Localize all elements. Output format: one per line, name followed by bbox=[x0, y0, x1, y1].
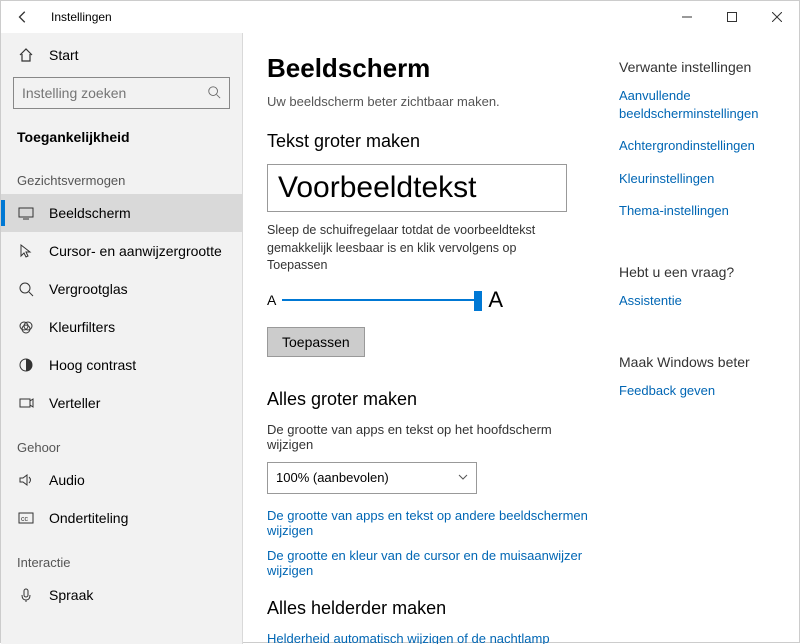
sidebar-item-magnifier[interactable]: Vergrootglas bbox=[1, 270, 242, 308]
link-additional-display[interactable]: Aanvullende beeldscherminstellingen bbox=[619, 87, 789, 123]
page-subtitle: Uw beeldscherm beter zichtbaar maken. bbox=[267, 94, 595, 109]
link-brightness[interactable]: Helderheid automatisch wijzigen of de na… bbox=[267, 631, 595, 644]
feedback-header: Maak Windows beter bbox=[619, 354, 789, 370]
search-icon bbox=[207, 85, 221, 102]
sidebar: Start Toegankelijkheid Gezichtsvermogen … bbox=[1, 33, 243, 644]
narrator-icon bbox=[17, 395, 35, 411]
sidebar-item-label: Audio bbox=[49, 472, 85, 488]
maximize-button[interactable] bbox=[709, 1, 754, 33]
sidebar-current-page: Toegankelijkheid bbox=[1, 121, 242, 155]
related-panel: Verwante instellingen Aanvullende beelds… bbox=[619, 53, 789, 644]
cc-icon: cc bbox=[17, 510, 35, 526]
slider-track[interactable] bbox=[282, 299, 482, 301]
slider-help: Sleep de schuifregelaar totdat de voorbe… bbox=[267, 222, 567, 275]
sidebar-item-contrast[interactable]: Hoog contrast bbox=[1, 346, 242, 384]
related-header: Verwante instellingen bbox=[619, 59, 789, 75]
search-input-wrap[interactable] bbox=[13, 77, 230, 109]
section-everything-larger: Alles groter maken bbox=[267, 389, 595, 410]
sidebar-item-label: Verteller bbox=[49, 395, 100, 411]
filters-icon bbox=[17, 319, 35, 335]
sidebar-item-label: Vergrootglas bbox=[49, 281, 128, 297]
sidebar-item-audio[interactable]: Audio bbox=[1, 461, 242, 499]
help-header: Hebt u een vraag? bbox=[619, 264, 789, 280]
sidebar-item-label: Ondertiteling bbox=[49, 510, 128, 526]
sidebar-item-display[interactable]: Beeldscherm bbox=[1, 194, 242, 232]
audio-icon bbox=[17, 472, 35, 488]
sidebar-item-narrator[interactable]: Verteller bbox=[1, 384, 242, 422]
scale-dropdown[interactable]: 100% (aanbevolen) bbox=[267, 462, 477, 494]
contrast-icon bbox=[17, 357, 35, 373]
section-brighter: Alles helderder maken bbox=[267, 598, 595, 619]
link-themes[interactable]: Thema-instellingen bbox=[619, 202, 789, 220]
minimize-button[interactable] bbox=[664, 1, 709, 33]
sidebar-item-label: Spraak bbox=[49, 587, 93, 603]
main-content: Beeldscherm Uw beeldscherm beter zichtba… bbox=[243, 33, 799, 644]
sidebar-item-label: Kleurfilters bbox=[49, 319, 115, 335]
slider-min-label: A bbox=[267, 292, 276, 308]
svg-text:cc: cc bbox=[21, 516, 29, 523]
cursor-icon bbox=[17, 243, 35, 259]
chevron-down-icon bbox=[458, 470, 468, 485]
sidebar-item-label: Cursor- en aanwijzergrootte bbox=[49, 243, 222, 259]
link-other-displays[interactable]: De grootte van apps en tekst op andere b… bbox=[267, 508, 595, 538]
titlebar: Instellingen bbox=[1, 1, 799, 33]
section-text-larger: Tekst groter maken bbox=[267, 131, 595, 152]
close-button[interactable] bbox=[754, 1, 799, 33]
display-icon bbox=[17, 205, 35, 221]
nav-group-label: Gezichtsvermogen bbox=[1, 155, 242, 194]
sidebar-item-label: Hoog contrast bbox=[49, 357, 136, 373]
scale-value: 100% (aanbevolen) bbox=[276, 470, 389, 485]
sidebar-item-cursor[interactable]: Cursor- en aanwijzergrootte bbox=[1, 232, 242, 270]
link-get-help[interactable]: Assistentie bbox=[619, 292, 789, 310]
page-title: Beeldscherm bbox=[267, 53, 595, 84]
nav-group-label: Gehoor bbox=[1, 422, 242, 461]
sample-text-box: Voorbeeldtekst bbox=[267, 164, 567, 212]
apply-button[interactable]: Toepassen bbox=[267, 327, 365, 357]
slider-max-label: A bbox=[488, 287, 503, 313]
nav-group-label: Interactie bbox=[1, 537, 242, 576]
home-icon bbox=[17, 47, 35, 63]
scale-help: De grootte van apps en tekst op het hoof… bbox=[267, 422, 595, 452]
back-button[interactable] bbox=[7, 1, 39, 33]
search-input[interactable] bbox=[22, 85, 207, 101]
sidebar-item-colorfilters[interactable]: Kleurfilters bbox=[1, 308, 242, 346]
link-feedback[interactable]: Feedback geven bbox=[619, 382, 789, 400]
magnifier-icon bbox=[17, 281, 35, 297]
sidebar-item-label: Beeldscherm bbox=[49, 205, 131, 221]
speech-icon bbox=[17, 587, 35, 603]
window-title: Instellingen bbox=[51, 10, 112, 24]
link-colors[interactable]: Kleurinstellingen bbox=[619, 170, 789, 188]
link-cursor-size[interactable]: De grootte en kleur van de cursor en de … bbox=[267, 548, 595, 578]
sidebar-home-label: Start bbox=[49, 47, 79, 63]
slider-thumb[interactable] bbox=[474, 291, 482, 311]
window-controls bbox=[664, 1, 799, 33]
sidebar-item-speech[interactable]: Spraak bbox=[1, 576, 242, 614]
sidebar-home[interactable]: Start bbox=[1, 37, 242, 73]
sidebar-item-cc[interactable]: cc Ondertiteling bbox=[1, 499, 242, 537]
text-size-slider[interactable]: A A bbox=[267, 287, 595, 313]
link-background[interactable]: Achtergrondinstellingen bbox=[619, 137, 789, 155]
